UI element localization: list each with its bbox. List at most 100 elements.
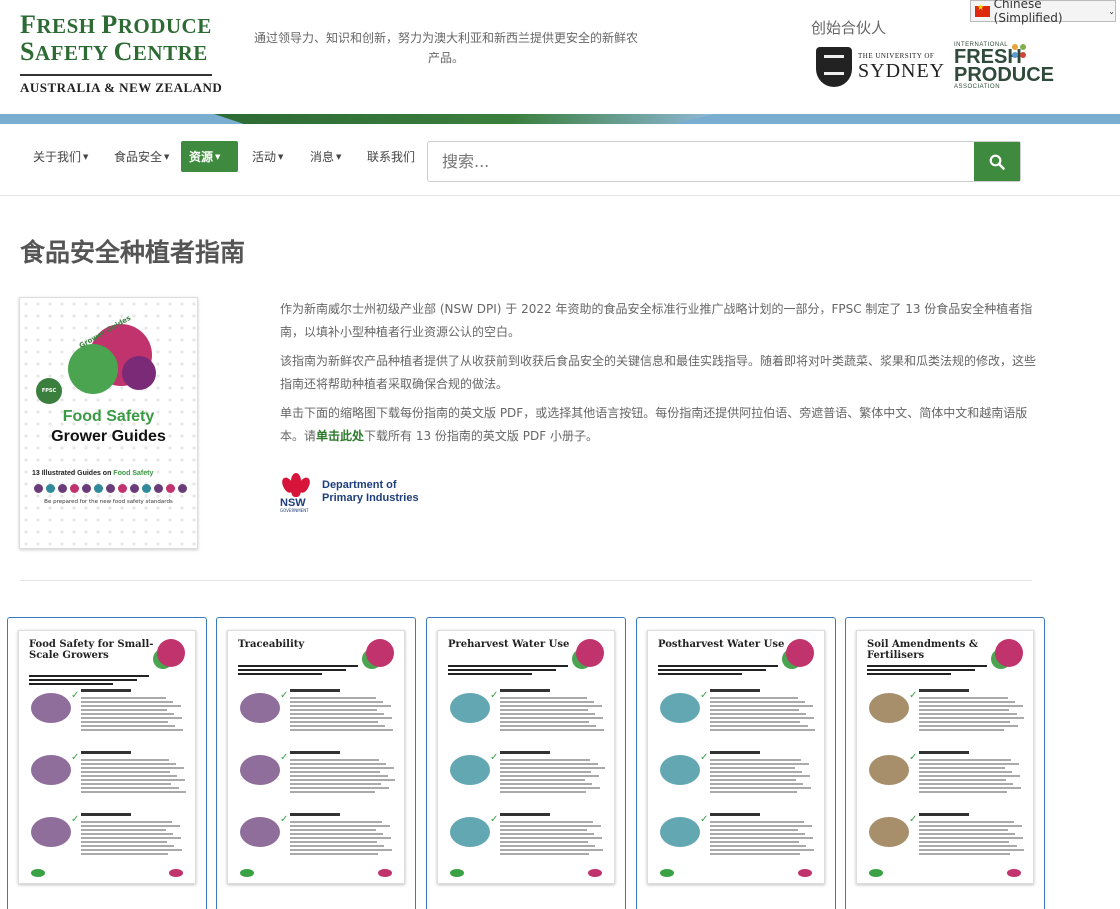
guide-illustration-icon <box>450 755 490 785</box>
search-button[interactable] <box>974 142 1020 181</box>
guide-illustration-icon <box>660 693 700 723</box>
cover-tagline: Be prepared for the new food safety stan… <box>44 499 173 505</box>
grower-guides-cover-image[interactable]: Grower Guides FPSC Food Safety Grower Gu… <box>19 297 198 549</box>
check-icon: ✓ <box>280 814 289 825</box>
main-nav: 关于我们 ▼ 食品安全 ▼ 资源 ▼ 活动 ▼ 消息 ▼ 联系我们 <box>0 124 1120 196</box>
guide-thumbnail[interactable]: Soil Amendments & Fertilisers ✓ ✓ ✓ <box>856 630 1034 884</box>
nav-resources[interactable]: 资源 ▼ <box>181 141 238 172</box>
guide-title: Postharvest Water Use <box>658 639 785 650</box>
caret-down-icon: ▼ <box>278 152 284 161</box>
header-band-green <box>214 114 714 124</box>
nav-events[interactable]: 活动 ▼ <box>244 141 291 172</box>
guide-illustration-icon <box>31 755 71 785</box>
intro-paragraph-1: 作为新南威尔士州初级产业部 (NSW DPI) 于 2022 年资助的食品安全标… <box>280 302 1033 339</box>
check-icon: ✓ <box>700 752 709 763</box>
nsw-footer-logo-icon <box>1007 869 1021 877</box>
intro-paragraph-3: 单击下面的缩略图下载每份指南的英文版 PDF，或选择其他语言按钮。每份指南还提供… <box>280 406 1028 443</box>
guide-illustration-icon <box>450 693 490 723</box>
logo-subtitle: AUSTRALIA & NEW ZEALAND <box>20 80 223 95</box>
site-tagline: 通过领导力、知识和创新，努力为澳大利亚和新西兰提供更安全的新鲜农产品。 <box>253 31 638 65</box>
nav-contact[interactable]: 联系我们 <box>359 141 423 172</box>
guide-card[interactable]: Postharvest Water Use ✓ ✓ ✓ <box>636 617 836 909</box>
ifpa-logo[interactable]: INTERNATIONAL FRESH PRODUCE ASSOCIATION <box>954 42 1054 90</box>
guide-illustration-icon <box>869 693 909 723</box>
ifpa-dots-icon <box>1012 44 1030 62</box>
nav-food-safety[interactable]: 食品安全 ▼ <box>106 141 177 172</box>
check-icon: ✓ <box>71 752 80 763</box>
check-icon: ✓ <box>909 814 918 825</box>
check-icon: ✓ <box>700 690 709 701</box>
sydney-crest-icon <box>816 47 852 87</box>
guide-card[interactable]: Traceability ✓ ✓ ✓ <box>216 617 416 909</box>
cover-title-line1: Food Safety <box>62 408 155 425</box>
check-icon: ✓ <box>280 690 289 701</box>
caret-down-icon: ▼ <box>83 152 89 161</box>
caret-down-icon: ▼ <box>336 152 342 161</box>
guide-logo-icon <box>157 639 185 667</box>
university-of-sydney-logo[interactable]: THE UNIVERSITY OF SYDNEY <box>816 47 945 87</box>
guide-illustration-icon <box>869 755 909 785</box>
nsw-dpi-logo[interactable]: NSW GOVERNMENT Department of Primary Ind… <box>279 473 419 513</box>
fpsc-footer-logo-icon <box>450 869 464 877</box>
nsw-footer-logo-icon <box>378 869 392 877</box>
guide-card[interactable]: Soil Amendments & Fertilisers ✓ ✓ ✓ <box>845 617 1045 909</box>
check-icon: ✓ <box>490 814 499 825</box>
guide-thumbnail[interactable]: Traceability ✓ ✓ ✓ <box>227 630 405 884</box>
nav-news[interactable]: 消息 ▼ <box>302 141 349 172</box>
cover-title-line2: Grower Guides <box>51 428 166 445</box>
guide-illustration-icon <box>869 817 909 847</box>
search-icon <box>989 154 1005 170</box>
logo-rule <box>20 74 212 76</box>
nsw-footer-logo-icon <box>798 869 812 877</box>
guide-illustration-icon <box>31 693 71 723</box>
cover-guide-icons <box>34 484 187 493</box>
check-icon: ✓ <box>909 690 918 701</box>
nav-about[interactable]: 关于我们 ▼ <box>25 141 96 172</box>
guide-illustration-icon <box>450 817 490 847</box>
guide-thumbnail[interactable]: Preharvest Water Use ✓ ✓ ✓ <box>437 630 615 884</box>
fpsc-logo[interactable]: FRESH PRODUCE SAFETY CENTRE AUSTRALIA & … <box>20 12 222 96</box>
guide-illustration-icon <box>240 693 280 723</box>
guide-illustration-icon <box>240 817 280 847</box>
guide-logo-icon <box>786 639 814 667</box>
guide-thumbnail[interactable]: Food Safety for Small-Scale Growers ✓ ✓ ✓ <box>18 630 196 884</box>
check-icon: ✓ <box>490 690 499 701</box>
download-all-link[interactable]: 单击此处 <box>316 429 364 443</box>
check-icon: ✓ <box>71 690 80 701</box>
fpsc-footer-logo-icon <box>660 869 674 877</box>
guide-card[interactable]: Preharvest Water Use ✓ ✓ ✓ <box>426 617 626 909</box>
search-bar <box>427 141 1021 182</box>
check-icon: ✓ <box>909 752 918 763</box>
guide-illustration-icon <box>660 817 700 847</box>
check-icon: ✓ <box>490 752 499 763</box>
fpsc-badge-icon: FPSC <box>36 378 62 404</box>
guide-logo-icon <box>366 639 394 667</box>
guide-illustration-icon <box>31 817 71 847</box>
caret-down-icon: ▼ <box>215 152 221 161</box>
page-title: 食品安全种植者指南 <box>20 238 246 267</box>
check-icon: ✓ <box>71 814 80 825</box>
check-icon: ✓ <box>280 752 289 763</box>
caret-down-icon: ▼ <box>164 152 170 161</box>
intro-text: 作为新南威尔士州初级产业部 (NSW DPI) 于 2022 年资助的食品安全标… <box>280 298 1040 454</box>
guide-card[interactable]: Food Safety for Small-Scale Growers ✓ ✓ ✓ <box>7 617 207 909</box>
nsw-footer-logo-icon <box>169 869 183 877</box>
guide-thumbnail[interactable]: Postharvest Water Use ✓ ✓ ✓ <box>647 630 825 884</box>
search-input[interactable] <box>428 142 974 181</box>
fpsc-footer-logo-icon <box>869 869 883 877</box>
site-header: FRESH PRODUCE SAFETY CENTRE AUSTRALIA & … <box>0 0 1120 114</box>
intro-paragraph-2: 该指南为新鲜农产品种植者提供了从收获前到收获后食品安全的关键信息和最佳实践指导。… <box>280 354 1037 391</box>
cover-subtitle: 13 Illustrated Guides on Food Safety <box>32 470 154 477</box>
guide-title: Traceability <box>238 639 305 650</box>
fpsc-footer-logo-icon <box>31 869 45 877</box>
guide-logo-icon <box>576 639 604 667</box>
guide-title: Soil Amendments & Fertilisers <box>867 639 978 661</box>
guide-illustration-icon <box>660 755 700 785</box>
guide-logo-icon <box>995 639 1023 667</box>
fpsc-footer-logo-icon <box>240 869 254 877</box>
guide-title: Food Safety for Small-Scale Growers <box>29 639 154 661</box>
partners-label: 创始合伙人 <box>811 19 887 37</box>
guide-title: Preharvest Water Use <box>448 639 570 650</box>
lettuce-illustration-icon <box>68 344 118 394</box>
section-divider <box>20 580 1032 581</box>
